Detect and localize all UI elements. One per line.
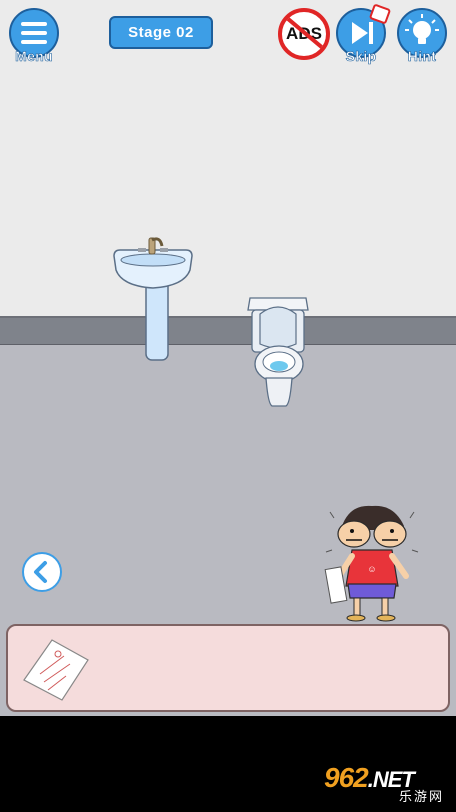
back-button[interactable] [22,552,62,592]
baseboard [0,316,456,347]
character[interactable]: ☺ [322,500,422,624]
menu-label: Menu [15,48,53,65]
toilet[interactable] [246,294,310,412]
site-watermark: 962.NET 乐游网 [316,760,452,808]
game-scene: ☺ [0,0,456,716]
remove-ads-button[interactable]: ADS [278,8,330,60]
svg-text:☺: ☺ [367,564,376,574]
skip-ticket-icon [369,4,391,24]
inventory-bar [6,624,450,712]
chevron-left-icon [34,561,47,583]
watermark-subtitle: 乐游网 [398,789,444,804]
torn-paper-icon [23,639,89,701]
hint-label: Hint [407,48,437,65]
sink[interactable] [110,236,196,366]
stage-badge: Stage 02 [109,16,213,49]
skip-label: Skip [345,48,377,65]
inventory-slot[interactable] [18,634,90,704]
